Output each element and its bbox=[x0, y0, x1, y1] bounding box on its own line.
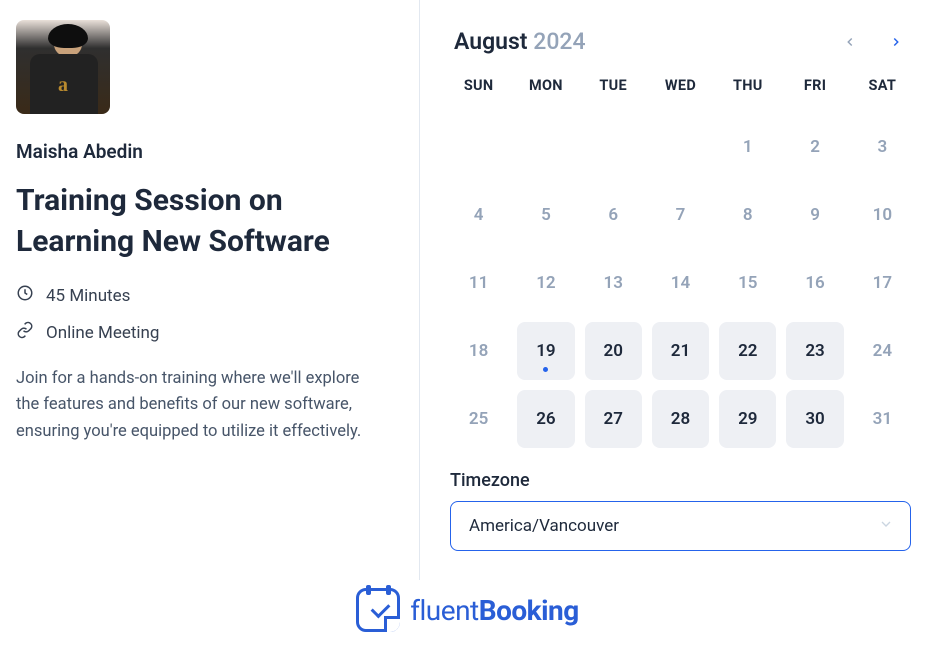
duration-row: 45 Minutes bbox=[16, 284, 389, 307]
calendar-year: 2024 bbox=[533, 28, 585, 55]
fluentbooking-logo-text: fluentBooking bbox=[410, 594, 579, 627]
calendar-day: 2 bbox=[786, 118, 843, 176]
timezone-label: Timezone bbox=[450, 470, 911, 491]
calendar-day-available[interactable]: 19 bbox=[517, 322, 574, 380]
calendar-day: 4 bbox=[450, 186, 507, 244]
calendar-day: 31 bbox=[854, 390, 911, 448]
calendar-day: 25 bbox=[450, 390, 507, 448]
calendar-day-available[interactable]: 27 bbox=[585, 390, 642, 448]
calendar-day: 14 bbox=[652, 254, 709, 312]
calendar-day: 16 bbox=[786, 254, 843, 312]
calendar-day-available[interactable]: 21 bbox=[652, 322, 709, 380]
event-details-panel: a Maisha Abedin Training Session on Lear… bbox=[0, 0, 420, 580]
duration-text: 45 Minutes bbox=[46, 286, 130, 306]
calendar-day-available[interactable]: 28 bbox=[652, 390, 709, 448]
location-row: Online Meeting bbox=[16, 321, 389, 344]
chevron-down-icon bbox=[878, 516, 894, 537]
day-of-week-header: THU bbox=[719, 71, 776, 108]
calendar-day: 1 bbox=[719, 118, 776, 176]
host-avatar: a bbox=[16, 20, 110, 114]
calendar-day-available[interactable]: 26 bbox=[517, 390, 574, 448]
location-text: Online Meeting bbox=[46, 323, 159, 343]
calendar-month: August bbox=[454, 28, 528, 55]
calendar-day: 10 bbox=[854, 186, 911, 244]
calendar-day: 24 bbox=[854, 322, 911, 380]
calendar-day: 11 bbox=[450, 254, 507, 312]
calendar-day: 6 bbox=[585, 186, 642, 244]
calendar-day-available[interactable]: 29 bbox=[719, 390, 776, 448]
calendar-day: 3 bbox=[854, 118, 911, 176]
day-of-week-header: SUN bbox=[450, 71, 507, 108]
calendar-panel: August 2024 SUNMONTUEWEDTHUFRISAT1234567… bbox=[420, 0, 935, 580]
calendar-day: 17 bbox=[854, 254, 911, 312]
calendar-day: 13 bbox=[585, 254, 642, 312]
day-of-week-header: MON bbox=[517, 71, 574, 108]
calendar-day: 12 bbox=[517, 254, 574, 312]
calendar-day: 7 bbox=[652, 186, 709, 244]
calendar-day: 5 bbox=[517, 186, 574, 244]
day-of-week-header: WED bbox=[652, 71, 709, 108]
calendar-title: August 2024 bbox=[454, 28, 586, 55]
branding-footer: fluentBooking bbox=[0, 580, 935, 632]
calendar-day: 9 bbox=[786, 186, 843, 244]
event-title: Training Session on Learning New Softwar… bbox=[16, 181, 389, 262]
day-of-week-header: SAT bbox=[854, 71, 911, 108]
calendar-day-available[interactable]: 30 bbox=[786, 390, 843, 448]
timezone-select[interactable]: America/Vancouver bbox=[450, 501, 911, 551]
prev-month-button[interactable] bbox=[839, 31, 861, 53]
calendar-day-available[interactable]: 23 bbox=[786, 322, 843, 380]
calendar-day-available[interactable]: 22 bbox=[719, 322, 776, 380]
calendar-day: 15 bbox=[719, 254, 776, 312]
event-description: Join for a hands-on training where we'll… bbox=[16, 366, 386, 445]
calendar-grid: SUNMONTUEWEDTHUFRISAT1234567891011121314… bbox=[450, 71, 911, 448]
clock-icon bbox=[16, 284, 34, 307]
timezone-selected: America/Vancouver bbox=[469, 516, 619, 536]
day-of-week-header: FRI bbox=[786, 71, 843, 108]
next-month-button[interactable] bbox=[885, 31, 907, 53]
calendar-day: 8 bbox=[719, 186, 776, 244]
day-of-week-header: TUE bbox=[585, 71, 642, 108]
link-icon bbox=[16, 321, 34, 344]
calendar-day-available[interactable]: 20 bbox=[585, 322, 642, 380]
host-name: Maisha Abedin bbox=[16, 140, 389, 163]
calendar-day: 18 bbox=[450, 322, 507, 380]
fluentbooking-logo-icon bbox=[356, 588, 400, 632]
